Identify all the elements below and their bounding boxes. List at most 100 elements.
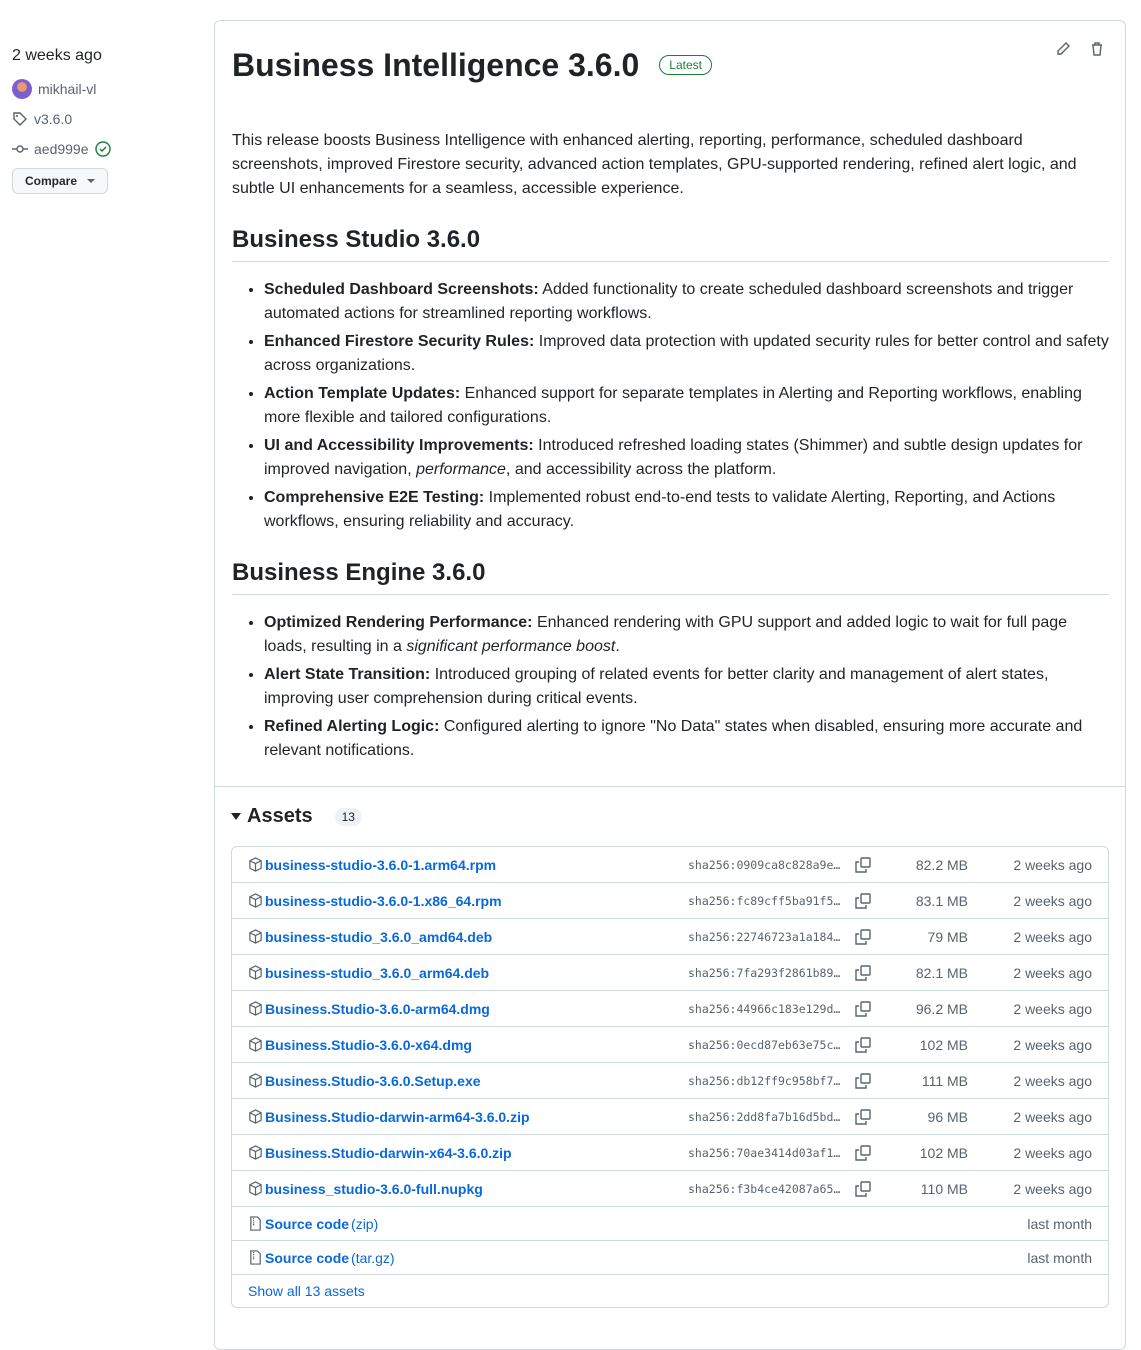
asset-sha: sha256:2dd8fa7b16d5bd… (688, 1109, 841, 1124)
tag-link[interactable]: v3.6.0 (34, 111, 72, 127)
copy-icon[interactable] (848, 856, 878, 873)
commit-link[interactable]: aed999e (34, 141, 89, 157)
asset-date: 2 weeks ago (1013, 1144, 1092, 1161)
copy-icon[interactable] (848, 1036, 878, 1053)
asset-name[interactable]: Business.Studio-3.6.0-x64.dmg (265, 1037, 472, 1053)
latest-badge: Latest (659, 55, 712, 75)
list-item: Comprehensive E2E Testing: Implemented r… (264, 486, 1109, 534)
asset-name[interactable]: Business.Studio-darwin-x64-3.6.0.zip (265, 1145, 512, 1161)
asset-name[interactable]: Business.Studio-darwin-arm64-3.6.0.zip (265, 1109, 530, 1125)
asset-sha: sha256:22746723a1a184… (688, 929, 841, 944)
package-icon (248, 1001, 263, 1016)
asset-link[interactable]: business-studio-3.6.0-1.arm64.rpm (248, 857, 688, 873)
asset-sha: sha256:f3b4ce42087a65… (688, 1181, 841, 1196)
asset-link[interactable]: business-studio_3.6.0_arm64.deb (248, 965, 688, 981)
assets-toggle[interactable]: Assets 13 (231, 805, 1109, 828)
section-list: Optimized Rendering Performance: Enhance… (232, 611, 1109, 763)
package-icon (248, 1145, 263, 1160)
assets-title: Assets (247, 805, 313, 827)
asset-link[interactable]: Business.Studio-3.6.0.Setup.exe (248, 1073, 688, 1089)
asset-link[interactable]: business-studio_3.6.0_amd64.deb (248, 929, 688, 945)
verified-icon[interactable] (94, 141, 111, 157)
copy-icon[interactable] (848, 1000, 878, 1017)
avatar[interactable] (12, 79, 32, 99)
asset-size: 96 MB (927, 1108, 968, 1125)
package-icon (248, 1109, 263, 1124)
asset-link[interactable]: Business.Studio-darwin-arm64-3.6.0.zip (248, 1109, 688, 1125)
copy-icon[interactable] (848, 1108, 878, 1125)
asset-size: 102 MB (919, 1036, 968, 1053)
source-link[interactable]: Source code (tar.gz) (248, 1250, 968, 1266)
list-item: Alert State Transition: Introduced group… (264, 663, 1109, 711)
asset-sha: sha256:0909ca8c828a9e… (688, 857, 841, 872)
source-row: Source code (zip) last month (232, 1207, 1108, 1241)
source-date: last month (1027, 1215, 1092, 1232)
source-name[interactable]: Source code (265, 1250, 349, 1266)
asset-name[interactable]: Business.Studio-3.6.0.Setup.exe (265, 1073, 481, 1089)
list-item: UI and Accessibility Improvements: Intro… (264, 434, 1109, 482)
package-icon (248, 1037, 263, 1052)
asset-name[interactable]: business-studio-3.6.0-1.arm64.rpm (265, 857, 496, 873)
source-name[interactable]: Source code (265, 1216, 349, 1232)
asset-size: 96.2 MB (915, 1000, 968, 1017)
release-card: Business Intelligence 3.6.0 Latest This r… (214, 20, 1126, 1350)
tag-icon (12, 111, 28, 127)
commit-icon (12, 141, 28, 157)
asset-link[interactable]: business_studio-3.6.0-full.nupkg (248, 1181, 688, 1197)
asset-row: Business.Studio-3.6.0.Setup.exe sha256:db… (232, 1063, 1108, 1099)
asset-size: 79 MB (927, 928, 968, 945)
package-icon (248, 1073, 263, 1088)
source-ext[interactable]: (tar.gz) (351, 1250, 395, 1266)
asset-date: 2 weeks ago (1013, 1072, 1092, 1089)
compare-button[interactable]: Compare (12, 168, 109, 194)
asset-name[interactable]: business_studio-3.6.0-full.nupkg (265, 1181, 483, 1197)
asset-row: business-studio-3.6.0-1.arm64.rpm sha256:… (232, 847, 1108, 883)
list-item: Scheduled Dashboard Screenshots: Added f… (264, 278, 1109, 326)
asset-sha: sha256:70ae3414d03af1… (688, 1145, 841, 1160)
asset-row: Business.Studio-darwin-x64-3.6.0.zip sha2… (232, 1135, 1108, 1171)
asset-row: business-studio_3.6.0_amd64.deb sha256:22… (232, 919, 1108, 955)
asset-link[interactable]: Business.Studio-3.6.0-x64.dmg (248, 1037, 688, 1053)
source-link[interactable]: Source code (zip) (248, 1216, 968, 1232)
copy-icon[interactable] (848, 964, 878, 981)
triangle-down-icon (231, 813, 241, 820)
asset-date: 2 weeks ago (1013, 928, 1092, 945)
list-item: Action Template Updates: Enhanced suppor… (264, 382, 1109, 430)
copy-icon[interactable] (848, 1144, 878, 1161)
asset-date: 2 weeks ago (1013, 1180, 1092, 1197)
asset-row: business_studio-3.6.0-full.nupkg sha256:f… (232, 1171, 1108, 1207)
section-title: Business Engine 3.6.0 (232, 558, 1109, 595)
edit-icon[interactable] (1055, 41, 1071, 57)
asset-name[interactable]: business-studio_3.6.0_arm64.deb (265, 965, 489, 981)
asset-date: 2 weeks ago (1013, 964, 1092, 981)
asset-date: 2 weeks ago (1013, 1000, 1092, 1017)
copy-icon[interactable] (848, 892, 878, 909)
package-icon (248, 1181, 263, 1196)
section-title: Business Studio 3.6.0 (232, 225, 1109, 262)
release-sidebar: 2 weeks ago mikhail-vl v3.6.0 aed999e Co… (12, 44, 202, 194)
source-ext[interactable]: (zip) (351, 1216, 378, 1232)
trash-icon[interactable] (1089, 41, 1105, 57)
asset-sha: sha256:db12ff9c958bf7… (688, 1073, 841, 1088)
source-row: Source code (tar.gz) last month (232, 1241, 1108, 1275)
asset-link[interactable]: Business.Studio-3.6.0-arm64.dmg (248, 1001, 688, 1017)
show-all-assets-link[interactable]: Show all 13 assets (232, 1275, 1108, 1307)
release-title[interactable]: Business Intelligence 3.6.0 (232, 43, 639, 87)
asset-name[interactable]: business-studio_3.6.0_amd64.deb (265, 929, 492, 945)
file-zip-icon (248, 1216, 263, 1231)
author-link[interactable]: mikhail-vl (38, 81, 96, 97)
copy-icon[interactable] (848, 928, 878, 945)
asset-sha: sha256:7fa293f2861b89… (688, 965, 841, 980)
list-item: Optimized Rendering Performance: Enhance… (264, 611, 1109, 659)
asset-size: 82.2 MB (915, 856, 968, 873)
asset-link[interactable]: Business.Studio-darwin-x64-3.6.0.zip (248, 1145, 688, 1161)
asset-link[interactable]: business-studio-3.6.0-1.x86_64.rpm (248, 893, 688, 909)
asset-size: 83.1 MB (915, 892, 968, 909)
copy-icon[interactable] (848, 1180, 878, 1197)
assets-section: Assets 13 business-studio-3.6.0-1.arm64.r… (215, 786, 1125, 1308)
asset-name[interactable]: Business.Studio-3.6.0-arm64.dmg (265, 1001, 490, 1017)
list-item: Refined Alerting Logic: Configured alert… (264, 715, 1109, 763)
assets-count: 13 (334, 807, 362, 826)
copy-icon[interactable] (848, 1072, 878, 1089)
asset-name[interactable]: business-studio-3.6.0-1.x86_64.rpm (265, 893, 502, 909)
